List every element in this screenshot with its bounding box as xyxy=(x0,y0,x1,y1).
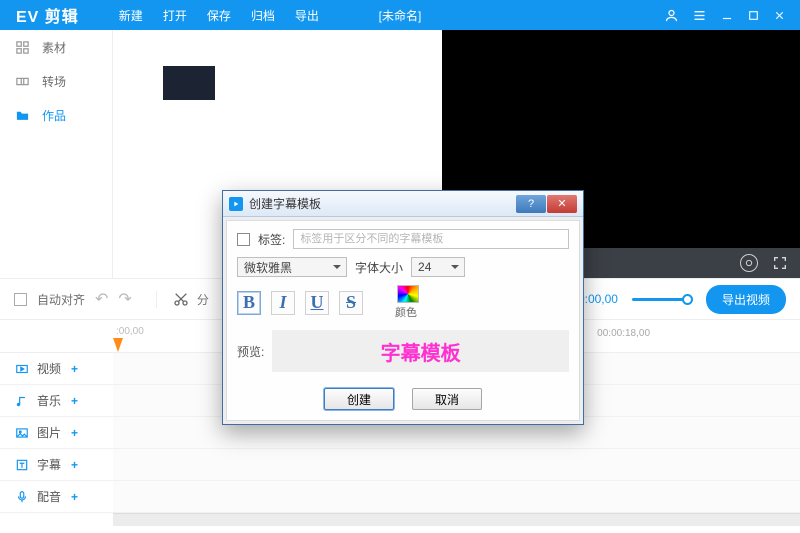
create-subtitle-template-dialog: 创建字幕模板 ? ✕ 标签: 微软雅黑 字体大小 24 B I U S xyxy=(222,190,584,425)
font-size-select[interactable]: 24 xyxy=(411,257,465,277)
strike-button[interactable]: S xyxy=(339,291,363,315)
bold-button[interactable]: B xyxy=(237,291,261,315)
dialog-help-icon[interactable]: ? xyxy=(516,195,546,213)
preview-box: 字幕模板 xyxy=(272,330,569,372)
tag-label: 标签: xyxy=(258,231,285,248)
tag-checkbox[interactable] xyxy=(237,233,250,246)
italic-button[interactable]: I xyxy=(271,291,295,315)
color-label: 颜色 xyxy=(395,304,417,320)
dialog-scrim: 创建字幕模板 ? ✕ 标签: 微软雅黑 字体大小 24 B I U S xyxy=(0,0,800,533)
app-icon xyxy=(229,197,243,211)
tag-input[interactable] xyxy=(293,229,569,249)
color-picker[interactable] xyxy=(397,285,419,303)
create-button[interactable]: 创建 xyxy=(324,388,394,410)
font-size-label: 字体大小 xyxy=(355,259,403,276)
cancel-button[interactable]: 取消 xyxy=(412,388,482,410)
dialog-titlebar[interactable]: 创建字幕模板 ? ✕ xyxy=(223,191,583,217)
font-family-select[interactable]: 微软雅黑 xyxy=(237,257,347,277)
preview-label: 预览: xyxy=(237,343,264,360)
dialog-title: 创建字幕模板 xyxy=(249,195,321,212)
underline-button[interactable]: U xyxy=(305,291,329,315)
dialog-close-icon[interactable]: ✕ xyxy=(547,195,577,213)
preview-text: 字幕模板 xyxy=(381,337,461,366)
